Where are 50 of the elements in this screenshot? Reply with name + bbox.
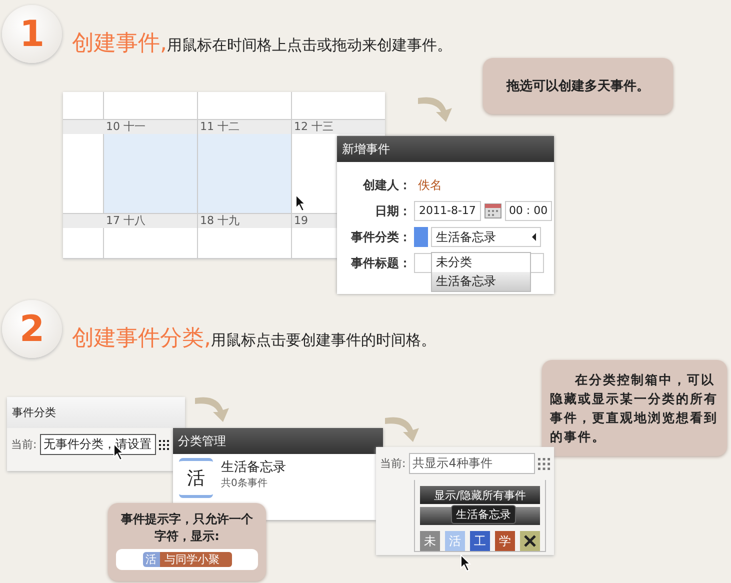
field-label: 当前: <box>380 456 406 471</box>
category-dropdown[interactable]: 生活备忘录 <box>431 227 541 247</box>
field-label: 日期： <box>374 202 411 220</box>
category-name[interactable]: 生活备忘录 <box>221 458 286 476</box>
selected-day-cell[interactable] <box>198 134 291 213</box>
category-char-icon: 活 <box>179 458 213 498</box>
field-label: 创建人： <box>362 176 411 194</box>
callout-note: 拖选可以创建多天事件。 <box>483 58 673 114</box>
time-field[interactable]: 00 : 00 <box>504 201 552 221</box>
day-header[interactable]: 12 十三 <box>292 120 385 134</box>
dropdown-option[interactable]: 生活备忘录 <box>432 272 530 291</box>
dropdown-option[interactable]: 未分类 <box>432 253 530 272</box>
selected-day-cell[interactable] <box>104 134 197 213</box>
dialog-title: 新增事件 <box>337 136 554 162</box>
category-toggle[interactable]: 工 <box>470 531 490 551</box>
event-count: 共0条事件 <box>221 476 268 490</box>
field-label: 事件标题： <box>350 254 411 272</box>
mouse-cursor-icon <box>460 554 472 572</box>
dialog-title: 分类管理 <box>173 428 383 454</box>
color-swatch <box>414 227 428 247</box>
delete-icon[interactable] <box>520 531 540 551</box>
mouse-cursor-icon <box>296 194 306 212</box>
day-header[interactable]: 17 十八 <box>104 214 197 228</box>
day-header: 11 十二 <box>198 120 291 134</box>
tooltip: 生活备忘录 <box>451 505 516 524</box>
step-description: 用鼠标在时间格上点击或拖动来创建事件。 <box>167 36 452 55</box>
step-number-badge: 1 <box>2 5 62 63</box>
field-label: 当前: <box>11 437 37 452</box>
calendar-icon[interactable] <box>484 202 502 220</box>
curved-arrow-icon <box>195 397 229 422</box>
curved-arrow-icon <box>385 417 419 442</box>
toggle-all-button[interactable]: 显示/隐藏所有事件 <box>420 486 540 504</box>
category-select-field[interactable]: 无事件分类，请设置 <box>40 434 156 455</box>
category-toggle[interactable]: 学 <box>495 531 515 551</box>
date-field[interactable]: 2011-8-17 <box>414 201 481 221</box>
step-number-badge: 2 <box>2 300 62 358</box>
step-title: 创建事件分类, <box>72 325 211 353</box>
panel-title: 事件分类 <box>7 397 185 428</box>
curved-arrow-icon <box>418 97 452 122</box>
field-label: 事件分类： <box>350 228 411 246</box>
caret-icon <box>532 233 536 241</box>
category-filter-field[interactable]: 共显示4种事件 <box>408 453 535 474</box>
callout-note: 在分类控制箱中，可以隐藏或显示某一分类的所有事件，更直观地浏览想看到的事件。 <box>542 360 727 456</box>
hint-text: 事件提示字，只允许一个字符，显示: <box>120 511 254 545</box>
step-title: 创建事件, <box>72 30 167 58</box>
day-header: 10 十一 <box>104 120 197 134</box>
day-header[interactable]: 18 十九 <box>198 214 291 228</box>
creator-name: 佚名 <box>418 176 442 194</box>
grid-icon[interactable] <box>158 440 169 450</box>
step-description: 用鼠标点击要创建事件的时间格。 <box>211 331 436 350</box>
